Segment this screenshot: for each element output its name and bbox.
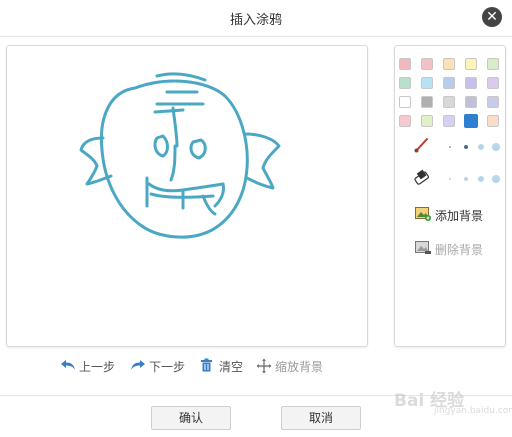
color-swatch-8[interactable] xyxy=(443,77,455,89)
undo-icon xyxy=(61,360,75,370)
eraser-size-row xyxy=(413,168,503,188)
color-swatch-20[interactable] xyxy=(487,115,499,127)
eraser-size-2[interactable] xyxy=(464,177,468,181)
brush-icon[interactable] xyxy=(413,136,431,154)
watermark-sub: jingyan.baidu.com xyxy=(434,406,512,416)
redo-label: 下一步 xyxy=(149,360,186,374)
brush-size-2[interactable] xyxy=(464,145,468,149)
add-background-button[interactable]: 添加背景 xyxy=(415,206,503,224)
trash-icon xyxy=(201,358,212,372)
eraser-size-3[interactable] xyxy=(478,176,484,182)
add-image-icon xyxy=(415,207,431,221)
close-icon[interactable]: ✕ xyxy=(482,7,502,27)
color-swatch-12[interactable] xyxy=(421,96,433,108)
remove-image-icon xyxy=(415,241,431,254)
color-swatch-3[interactable] xyxy=(443,58,455,70)
color-swatch-5[interactable] xyxy=(487,58,499,70)
dialog-title: 插入涂鸦 xyxy=(229,13,282,28)
color-swatch-11[interactable] xyxy=(399,96,411,108)
redo-icon xyxy=(131,360,145,370)
doodle-drawing xyxy=(79,72,281,239)
color-swatch-4[interactable] xyxy=(465,58,477,70)
color-swatch-19[interactable] xyxy=(464,114,478,128)
color-swatch-1[interactable] xyxy=(399,58,411,70)
cancel-button[interactable]: 取消 xyxy=(281,406,361,430)
drawing-canvas[interactable] xyxy=(6,45,368,347)
eraser-size-1[interactable] xyxy=(449,178,451,180)
scale-background-label: 缩放背景 xyxy=(275,360,324,374)
watermark: Bai 经验 jingyan.baidu.com xyxy=(394,386,512,416)
confirm-button[interactable]: 确认 xyxy=(151,406,231,430)
move-icon xyxy=(256,358,272,374)
brush-size-4[interactable] xyxy=(492,143,500,151)
color-palette xyxy=(399,58,503,128)
color-swatch-6[interactable] xyxy=(399,77,411,89)
brush-size-3[interactable] xyxy=(478,144,484,150)
undo-label: 上一步 xyxy=(79,360,116,374)
color-swatch-15[interactable] xyxy=(487,96,499,108)
brush-size-1[interactable] xyxy=(449,146,451,148)
color-swatch-18[interactable] xyxy=(443,115,455,127)
color-swatch-13[interactable] xyxy=(443,96,455,108)
canvas-toolbar: 上一步 下一步 清空 缩放背景 xyxy=(0,356,380,378)
color-swatch-9[interactable] xyxy=(465,77,477,89)
brush-size-row xyxy=(413,136,503,156)
remove-background-label: 删除背景 xyxy=(435,243,484,257)
color-swatch-16[interactable] xyxy=(399,115,411,127)
color-swatch-7[interactable] xyxy=(421,77,433,89)
color-swatch-2[interactable] xyxy=(421,58,433,70)
color-swatch-14[interactable] xyxy=(465,96,477,108)
tool-panel: 添加背景 删除背景 xyxy=(394,45,506,347)
dialog-titlebar: 插入涂鸦 ✕ xyxy=(0,0,512,37)
add-background-label: 添加背景 xyxy=(435,209,484,223)
remove-background-button[interactable]: 删除背景 xyxy=(415,240,503,258)
eraser-size-4[interactable] xyxy=(492,175,500,183)
clear-label: 清空 xyxy=(219,360,244,374)
color-swatch-17[interactable] xyxy=(421,115,433,127)
color-swatch-10[interactable] xyxy=(487,77,499,89)
eraser-icon[interactable] xyxy=(413,168,431,186)
